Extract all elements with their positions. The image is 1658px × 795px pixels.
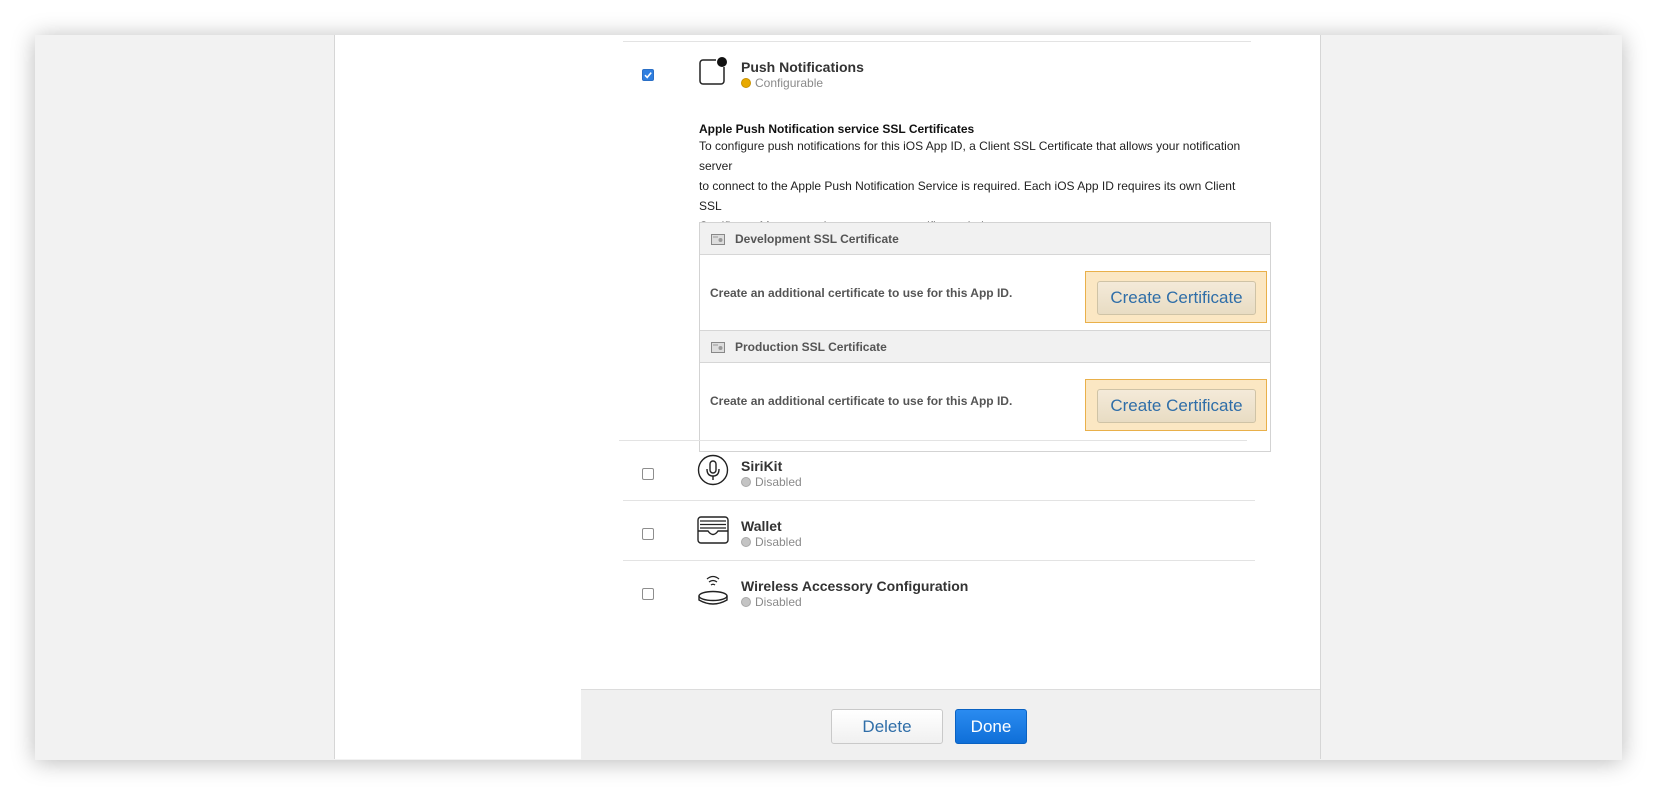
development-cert-title: Development SSL Certificate	[735, 232, 899, 246]
capability-name: Push Notifications	[741, 59, 864, 75]
push-notifications-checkbox[interactable]	[642, 69, 654, 81]
ssl-section-title: Apple Push Notification service SSL Cert…	[699, 122, 975, 136]
wallet-checkbox[interactable]	[642, 528, 654, 540]
description-line: to connect to the Apple Push Notificatio…	[699, 179, 1236, 213]
capability-name: SiriKit	[741, 458, 783, 474]
footer-bar: Delete Done	[581, 689, 1320, 760]
certificates-box: Development SSL Certificate Create an ad…	[699, 222, 1271, 452]
certificate-icon	[711, 342, 725, 353]
capability-name: Wireless Accessory Configuration	[741, 578, 969, 594]
sirikit-checkbox[interactable]	[642, 468, 654, 480]
divider	[623, 41, 1251, 42]
microphone-icon	[697, 454, 729, 486]
production-cert-text: Create an additional certificate to use …	[710, 394, 1013, 408]
status-badge: Configurable	[741, 76, 823, 90]
delete-button[interactable]: Delete	[831, 709, 943, 744]
status-dot	[741, 597, 751, 607]
certificate-icon	[711, 234, 725, 245]
status-badge: Disabled	[741, 535, 802, 549]
ssl-section-description: To configure push notifications for this…	[699, 136, 1259, 236]
divider	[619, 440, 1247, 441]
status-dot	[741, 537, 751, 547]
status-dot	[741, 78, 751, 88]
create-production-certificate-button[interactable]: Create Certificate	[1097, 389, 1256, 423]
status-badge: Disabled	[741, 595, 802, 609]
production-cert-header: Production SSL Certificate	[700, 330, 1270, 363]
wireless-accessory-checkbox[interactable]	[642, 588, 654, 600]
divider	[623, 500, 1255, 501]
development-cert-header: Development SSL Certificate	[700, 223, 1270, 255]
highlight-frame: Create Certificate	[1085, 379, 1267, 431]
status-label: Disabled	[755, 535, 802, 549]
push-notification-icon	[699, 56, 727, 85]
status-label: Disabled	[755, 475, 802, 489]
checkmark-icon	[644, 72, 652, 79]
wallet-icon	[697, 516, 729, 544]
highlight-frame: Create Certificate	[1085, 271, 1267, 323]
left-sidebar	[334, 35, 582, 759]
description-line: To configure push notifications for this…	[699, 139, 1241, 173]
wireless-accessory-icon	[698, 575, 728, 605]
production-cert-title: Production SSL Certificate	[735, 340, 887, 354]
create-development-certificate-button[interactable]: Create Certificate	[1097, 281, 1256, 315]
capabilities-panel: Push Notifications Configurable Apple Pu…	[581, 35, 1321, 760]
status-badge: Disabled	[741, 475, 802, 489]
status-dot	[741, 477, 751, 487]
capability-name: Wallet	[741, 518, 782, 534]
done-button[interactable]: Done	[955, 709, 1027, 744]
window: Push Notifications Configurable Apple Pu…	[35, 35, 1622, 760]
status-label: Disabled	[755, 595, 802, 609]
divider	[623, 560, 1255, 561]
status-label: Configurable	[755, 76, 824, 90]
development-cert-text: Create an additional certificate to use …	[710, 286, 1013, 300]
